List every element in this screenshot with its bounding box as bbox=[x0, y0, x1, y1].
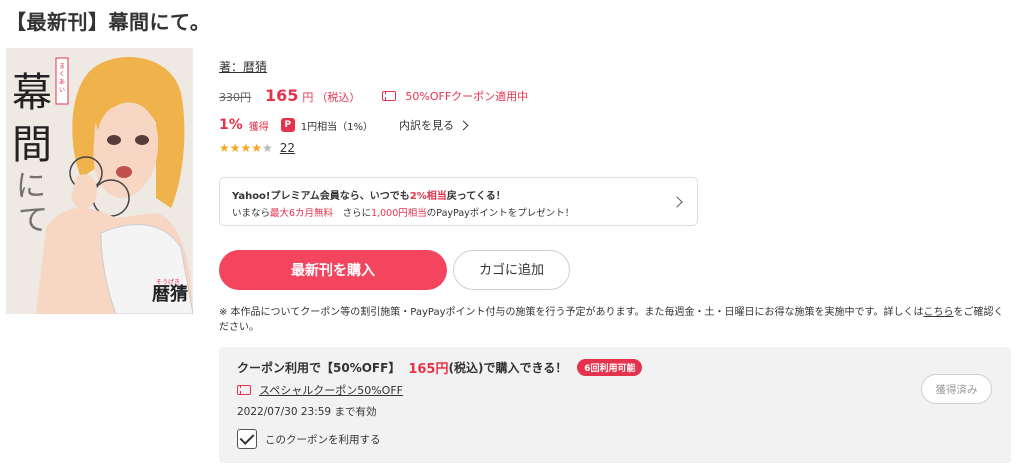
paypay-icon: P bbox=[280, 118, 295, 132]
price-yen: 円 bbox=[302, 91, 314, 104]
svg-text:ま: ま bbox=[59, 63, 65, 70]
chevron-right-icon bbox=[458, 120, 469, 130]
breakdown-link[interactable]: 内訳を見る bbox=[399, 117, 469, 133]
points-percent: 1% bbox=[219, 117, 243, 133]
coupon-name-link[interactable]: スペシャルクーポン50%OFF bbox=[259, 382, 403, 398]
star-rating: ★★★★★ bbox=[219, 141, 273, 155]
breakdown-label: 内訳を見る bbox=[399, 119, 455, 132]
author-link[interactable]: 著：暦猜 bbox=[219, 58, 267, 75]
chevron-right-icon bbox=[671, 196, 683, 208]
coupon-usage-badge: 6回利用可能 bbox=[577, 359, 643, 376]
points-row: 1% 獲得 P 1円相当（1%） 内訳を見る bbox=[219, 116, 469, 134]
svg-text:く: く bbox=[59, 71, 65, 78]
use-coupon-label: このクーポンを利用する bbox=[265, 433, 381, 446]
coupon-box: クーポン利用で【50%OFF】 165円 (税込)で購入できる！ 6回利用可能 … bbox=[219, 347, 1011, 463]
buy-latest-button[interactable]: 最新刊を購入 bbox=[219, 250, 447, 290]
points-yen-equivalent: 1円相当（1%） bbox=[300, 121, 374, 133]
page-title: 【最新刊】幕間にて。 bbox=[6, 10, 211, 34]
svg-text:そうげき: そうげき bbox=[156, 278, 180, 286]
coupon-expiry: 2022/07/30 23:59 まで有効 bbox=[237, 406, 377, 418]
svg-text:に: に bbox=[16, 169, 46, 204]
svg-text:て: て bbox=[18, 203, 48, 238]
svg-text:間: 間 bbox=[12, 122, 52, 168]
coupon-headline: クーポン利用で【50%OFF】 165円 (税込)で購入できる！ 6回利用可能 bbox=[237, 358, 643, 377]
svg-text:幕: 幕 bbox=[12, 70, 52, 116]
promo-line-2: いまなら最大6カ月無料 さらに1,000円相当のPayPayポイントをプレゼント… bbox=[232, 208, 575, 219]
book-cover[interactable]: 幕 間 に て ま く あ い 暦猜 そうげき bbox=[6, 48, 193, 314]
current-price: 165 bbox=[265, 86, 299, 105]
use-coupon-checkbox[interactable] bbox=[237, 429, 257, 449]
coupon-ticket-icon bbox=[237, 385, 251, 395]
coupon-applied-text: 50%OFFクーポン適用中 bbox=[405, 90, 529, 103]
review-count-link[interactable]: 22 bbox=[280, 141, 295, 155]
coupon-ticket-icon bbox=[382, 91, 397, 101]
yahoo-premium-banner[interactable]: Yahoo!プレミアム会員なら、いつでも2%相当戻ってくる！ いまなら最大6カ月… bbox=[219, 177, 698, 226]
coupon-acquired-button[interactable]: 獲得済み bbox=[921, 374, 992, 404]
add-to-cart-button[interactable]: カゴに追加 bbox=[453, 250, 570, 290]
coupon-name-row[interactable]: スペシャルクーポン50%OFF bbox=[237, 382, 403, 398]
points-label: 獲得 bbox=[248, 121, 269, 133]
details-link[interactable]: こちら bbox=[924, 307, 954, 318]
use-coupon-row[interactable]: このクーポンを利用する bbox=[237, 429, 381, 449]
coupon-applied-label: 50%OFFクーポン適用中 bbox=[382, 88, 528, 104]
price-tax-label: （税込） bbox=[316, 91, 361, 104]
original-price: 330円 bbox=[219, 91, 251, 104]
svg-text:暦猜: 暦猜 bbox=[152, 284, 188, 305]
price-row: 330円 165 円 （税込） 50%OFFクーポン適用中 bbox=[219, 86, 528, 106]
campaign-note: ※ 本作品についてクーポン等の割引施策・PayPayポイント付与の施策を行う予定… bbox=[219, 307, 1004, 333]
rating-row: ★★★★★ 22 bbox=[219, 141, 295, 155]
svg-text:あ: あ bbox=[59, 79, 65, 86]
svg-text:い: い bbox=[59, 87, 65, 94]
promo-line-1: Yahoo!プレミアム会員なら、いつでも2%相当戻ってくる！ bbox=[232, 191, 506, 202]
